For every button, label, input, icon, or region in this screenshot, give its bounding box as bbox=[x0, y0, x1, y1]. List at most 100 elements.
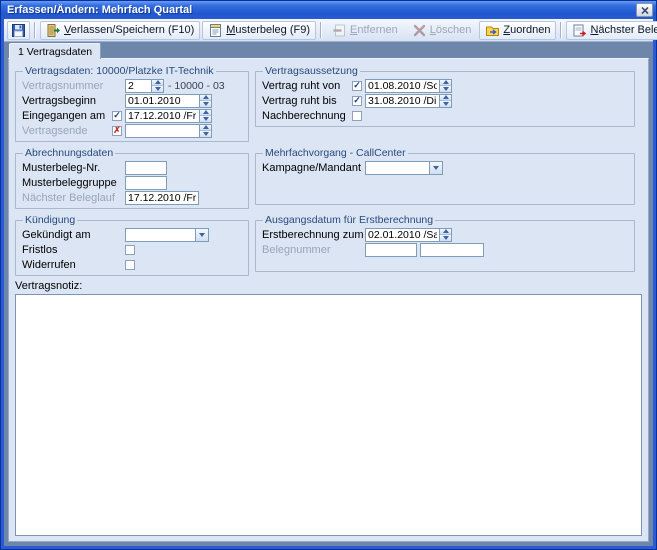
eingegangen-am-spinner bbox=[199, 109, 212, 123]
widerrufen-checkbox[interactable] bbox=[125, 260, 135, 270]
spin-down-button[interactable] bbox=[440, 234, 451, 241]
eingegangen-am-label: Eingegangen am bbox=[22, 110, 112, 122]
vertragsende-checkbox[interactable]: ✗ bbox=[112, 126, 122, 136]
arrow-down-icon bbox=[203, 117, 209, 121]
vertrag-ruht-von-input[interactable] bbox=[365, 79, 439, 93]
naechster-beleglauf-button[interactable]: Nächster Beleglauf bbox=[566, 21, 657, 40]
fristlos-row: Fristlos bbox=[22, 242, 242, 257]
group-vertragsdaten: Vertragsdaten: 10000/Platzke IT-Technik … bbox=[15, 66, 249, 142]
vertragsbeginn-spinner bbox=[199, 94, 212, 108]
vertragsnummer-field bbox=[125, 79, 164, 93]
belegnummer-input-1[interactable] bbox=[365, 243, 417, 257]
naechster-beleglauf-field-label: Nächster Beleglauf bbox=[22, 192, 112, 204]
musterbeleg-nr-input[interactable] bbox=[125, 161, 167, 175]
vertragsende-label: Vertragsende bbox=[22, 125, 112, 137]
vertragsnummer-input[interactable] bbox=[125, 79, 151, 93]
checkbox-slot: ✗ bbox=[112, 126, 125, 136]
gekuendigt-am-row: Gekündigt am bbox=[22, 227, 242, 242]
vertragsnummer-row: Vertragsnummer - 10000 - 03 bbox=[22, 78, 242, 93]
erstberechnung-zum-row: Erstberechnung zum bbox=[262, 227, 628, 242]
chevron-down-icon bbox=[433, 166, 439, 170]
vertragsbeginn-input[interactable] bbox=[125, 94, 199, 108]
fristlos-checkbox[interactable] bbox=[125, 245, 135, 255]
loeschen-label: Löschen bbox=[430, 24, 472, 36]
vertrag-ruht-von-spinner bbox=[439, 79, 452, 93]
zuordnen-label: Zuordnen bbox=[503, 24, 550, 36]
eingegangen-am-field bbox=[125, 109, 212, 123]
zuordnen-button[interactable]: Zuordnen bbox=[479, 21, 556, 40]
musterbeleg-button[interactable]: Musterbeleg (F9) bbox=[202, 21, 316, 40]
spin-down-button[interactable] bbox=[200, 130, 211, 137]
save-button[interactable] bbox=[7, 21, 30, 40]
close-button[interactable] bbox=[636, 3, 653, 17]
gekuendigt-am-label: Gekündigt am bbox=[22, 229, 112, 241]
spin-down-button[interactable] bbox=[200, 100, 211, 107]
belegnummer-input-2[interactable] bbox=[420, 243, 484, 257]
vertragsende-input[interactable] bbox=[125, 124, 199, 138]
delete-x-icon bbox=[412, 23, 427, 38]
group-vertragsaussetzung-title: Vertragsaussetzung bbox=[263, 66, 360, 77]
musterbeleg-nr-row: Musterbeleg-Nr. bbox=[22, 160, 242, 175]
vertragsbeginn-field bbox=[125, 94, 212, 108]
close-icon bbox=[641, 7, 649, 14]
arrow-up-icon bbox=[443, 95, 449, 99]
form-grid: Vertragsdaten: 10000/Platzke IT-Technik … bbox=[15, 66, 642, 276]
checkbox-slot: ✓ bbox=[112, 111, 125, 121]
document-icon bbox=[208, 23, 223, 38]
nachberechnung-label: Nachberechnung bbox=[262, 110, 352, 122]
musterbeleggruppe-row: Musterbeleggruppe bbox=[22, 175, 242, 190]
arrow-down-icon bbox=[203, 102, 209, 106]
verlassen-speichern-label: Verlassen/Speichern (F10) bbox=[64, 24, 194, 36]
spin-down-button[interactable] bbox=[200, 115, 211, 122]
gekuendigt-am-input[interactable] bbox=[125, 228, 195, 242]
arrow-down-icon bbox=[203, 132, 209, 136]
musterbeleggruppe-label: Musterbeleggruppe bbox=[22, 177, 112, 189]
vertrag-ruht-von-label: Vertrag ruht von bbox=[262, 80, 352, 92]
musterbeleggruppe-input[interactable] bbox=[125, 176, 167, 190]
naechster-beleglauf-input[interactable] bbox=[125, 191, 199, 205]
naechster-beleglauf-label: Nächster Beleglauf bbox=[590, 24, 657, 36]
vertrag-ruht-von-row: Vertrag ruht von ✓ bbox=[262, 78, 628, 93]
arrow-down-icon bbox=[155, 87, 161, 91]
arrow-up-icon bbox=[203, 125, 209, 129]
kampagne-mandant-dropdown-button[interactable] bbox=[429, 161, 443, 175]
verlassen-speichern-button[interactable]: Verlassen/Speichern (F10) bbox=[40, 21, 200, 40]
vertrag-ruht-bis-field bbox=[365, 94, 452, 108]
toolbar-separator bbox=[320, 22, 322, 38]
toolbar-separator bbox=[34, 22, 36, 38]
erstberechnung-zum-input[interactable] bbox=[365, 228, 439, 242]
spin-down-button[interactable] bbox=[440, 85, 451, 92]
nachberechnung-checkbox[interactable] bbox=[352, 111, 362, 121]
spin-down-button[interactable] bbox=[440, 100, 451, 107]
checkbox-slot: ✓ bbox=[352, 96, 365, 106]
vertrag-ruht-bis-checkbox[interactable]: ✓ bbox=[352, 96, 362, 106]
gekuendigt-am-dropdown-button[interactable] bbox=[195, 228, 209, 242]
group-kuendigung-title: Kündigung bbox=[23, 215, 77, 226]
loeschen-button: Löschen bbox=[406, 21, 478, 40]
kampagne-mandant-input[interactable] bbox=[365, 161, 429, 175]
vertragsbeginn-row: Vertragsbeginn bbox=[22, 93, 242, 108]
eingegangen-am-input[interactable] bbox=[125, 109, 199, 123]
entfernen-label: Entfernen bbox=[350, 24, 398, 36]
tab-strip: 1 Vertragsdaten bbox=[4, 42, 653, 58]
naechster-beleglauf-row: Nächster Beleglauf bbox=[22, 190, 242, 205]
vertragsnotiz-textarea[interactable] bbox=[15, 294, 642, 536]
eingegangen-am-row: Eingegangen am ✓ bbox=[22, 108, 242, 123]
tab-vertragsdaten[interactable]: 1 Vertragsdaten bbox=[9, 43, 101, 59]
belegnummer-field-2 bbox=[420, 243, 484, 257]
app-window: Erfassen/Ändern: Mehrfach Quartal bbox=[0, 0, 657, 550]
belegnummer-field-1 bbox=[365, 243, 417, 257]
tab-label: 1 Vertragsdaten bbox=[18, 46, 92, 58]
group-mehrfachvorgang-title: Mehrfachvorgang - CallCenter bbox=[263, 148, 408, 159]
eingegangen-am-checkbox[interactable]: ✓ bbox=[112, 111, 122, 121]
vertrag-ruht-von-checkbox[interactable]: ✓ bbox=[352, 81, 362, 91]
spin-down-button[interactable] bbox=[152, 85, 163, 92]
kampagne-mandant-row: Kampagne/Mandant bbox=[262, 160, 628, 175]
content-panel: Vertragsdaten: 10000/Platzke IT-Technik … bbox=[8, 58, 649, 542]
group-mehrfachvorgang-callcenter: Mehrfachvorgang - CallCenter Kampagne/Ma… bbox=[255, 148, 635, 205]
vertrag-ruht-bis-input[interactable] bbox=[365, 94, 439, 108]
nachberechnung-row: Nachberechnung bbox=[262, 108, 628, 123]
arrow-up-icon bbox=[203, 95, 209, 99]
vertragsende-spinner bbox=[199, 124, 212, 138]
arrow-up-icon bbox=[203, 110, 209, 114]
